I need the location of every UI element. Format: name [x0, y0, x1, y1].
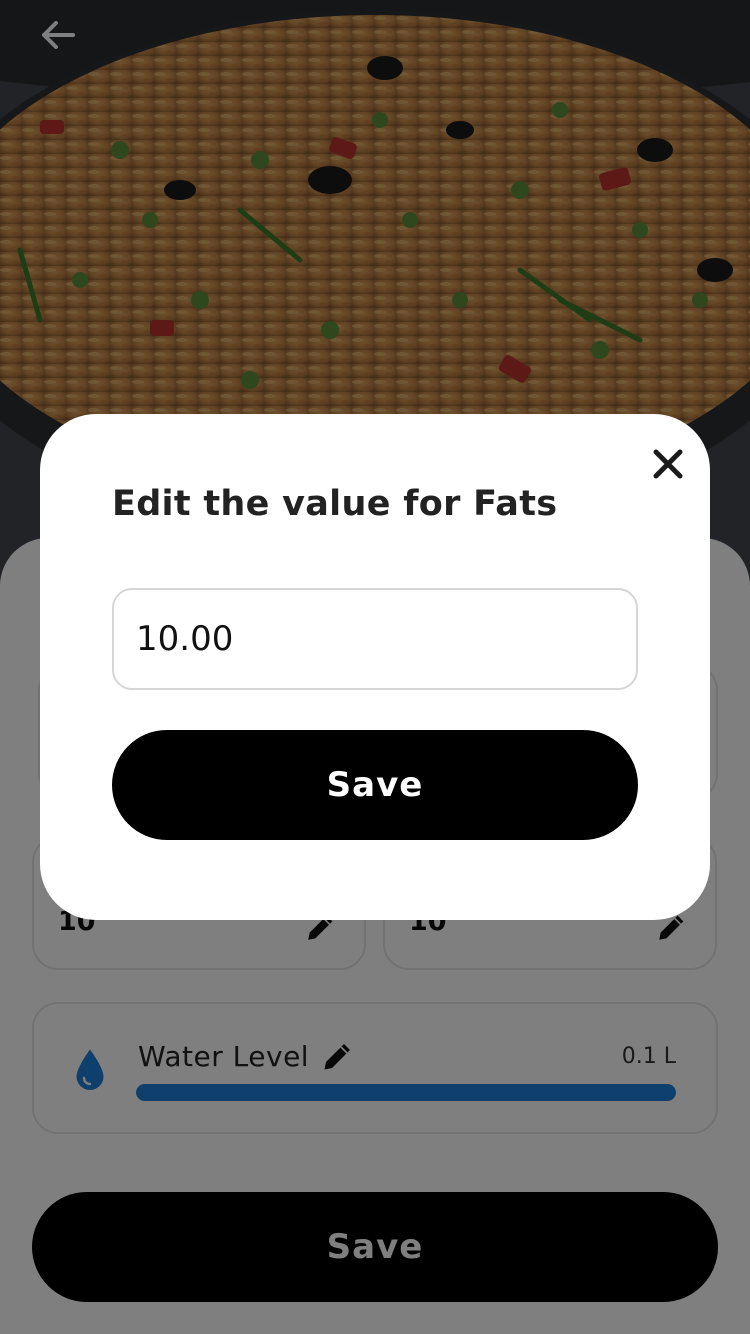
value-input[interactable]: [112, 588, 638, 690]
dialog-title: Edit the value for Fats: [112, 484, 558, 524]
close-icon[interactable]: [648, 444, 688, 484]
edit-value-dialog: Edit the value for Fats Save: [40, 414, 710, 920]
dialog-save-button[interactable]: Save: [112, 730, 638, 840]
